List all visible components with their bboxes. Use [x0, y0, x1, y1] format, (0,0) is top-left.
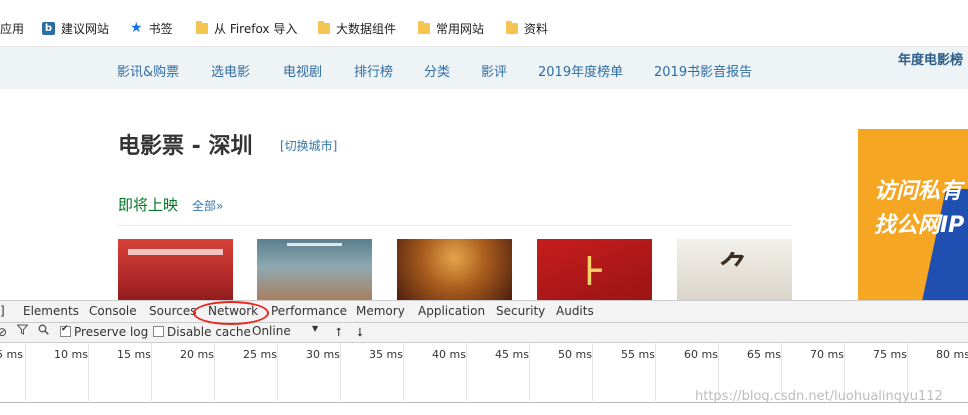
switch-city-link[interactable]: [切换城市] — [280, 137, 337, 154]
nav-item-reviews[interactable]: 影评 — [481, 61, 507, 80]
bookmark-suggested-sites[interactable]: b 建议网站 — [42, 19, 109, 37]
checkbox-checked-icon — [60, 324, 71, 337]
grid-line — [214, 343, 215, 401]
tab-memory[interactable]: Memory — [356, 304, 405, 318]
tab-application[interactable]: Application — [418, 304, 485, 318]
movie-poster[interactable] — [257, 239, 372, 301]
ad-banner[interactable]: 访问私有 找公网IP — [858, 129, 968, 301]
checkbox-unchecked-icon — [153, 326, 164, 337]
browser-window: 应用 b 建议网站 ★ 书签 从 Firefox 导入 大数据组件 常用网站 资… — [0, 0, 968, 415]
bookmark-label: 从 Firefox 导入 — [214, 21, 298, 36]
movie-poster[interactable] — [118, 239, 233, 301]
site-nav: 影讯&购票 选电影 电视剧 排行榜 分类 影评 2019年度榜单 2019书影音… — [0, 47, 968, 89]
nav-item-rankings[interactable]: 排行榜 — [354, 61, 393, 80]
search-icon[interactable] — [38, 324, 49, 338]
tab-console[interactable]: Console — [89, 304, 137, 318]
watermark-text: https://blog.csdn.net/luohualingyu112 — [695, 389, 943, 404]
grid-line — [592, 343, 593, 401]
grid-line — [655, 343, 656, 401]
tick-label: 50 ms — [558, 348, 592, 361]
clear-icon[interactable]: ⊘ — [0, 325, 7, 339]
grid-line — [529, 343, 530, 401]
nav-item-categories[interactable]: 分类 — [424, 61, 450, 80]
preserve-log-checkbox[interactable]: Preserve log — [60, 324, 149, 339]
network-toolbar: ⊘ Preserve log Disable cache Online ▼ ⭡ … — [0, 323, 968, 343]
bookmark-label: 应用 — [0, 21, 25, 36]
movie-poster[interactable]: ⺊ — [537, 239, 652, 301]
movie-poster[interactable] — [397, 239, 512, 301]
grid-line — [88, 343, 89, 401]
tick-label: 75 ms — [873, 348, 907, 361]
folder-icon — [506, 20, 518, 34]
tab-elements[interactable]: Elements — [23, 304, 79, 318]
folder-icon — [418, 20, 430, 34]
bookmark-materials[interactable]: 资料 — [506, 19, 548, 37]
annotation-highlight-circle — [193, 301, 269, 325]
bookmark-common-sites[interactable]: 常用网站 — [418, 19, 484, 37]
bookmark-label: 常用网站 — [436, 21, 485, 36]
grid-line — [340, 343, 341, 401]
tick-label: 65 ms — [747, 348, 781, 361]
filter-icon[interactable] — [16, 324, 29, 338]
star-icon: ★ — [130, 20, 143, 36]
bookmark-bigdata[interactable]: 大数据组件 — [318, 19, 396, 37]
grid-line — [151, 343, 152, 401]
tick-label: 80 ms — [936, 348, 968, 361]
tick-label: 20 ms — [180, 348, 214, 361]
tick-label: 70 ms — [810, 348, 844, 361]
ad-text: 找公网IP — [874, 213, 965, 238]
disable-cache-label: Disable cache — [167, 325, 251, 339]
ad-text: 访问私有 — [874, 179, 963, 204]
coming-soon-heading: 即将上映 — [118, 196, 179, 214]
all-movies-link[interactable]: 全部» — [192, 197, 223, 214]
movie-poster[interactable]: ⺈ — [677, 239, 792, 301]
nav-item-tickets[interactable]: 影讯&购票 — [117, 61, 179, 80]
bing-icon: b — [42, 21, 55, 35]
preserve-log-label: Preserve log — [74, 325, 149, 339]
annual-movie-list-banner[interactable]: 年度电影榜 — [898, 49, 963, 68]
grid-line — [403, 343, 404, 401]
tab-performance[interactable]: Performance — [271, 304, 347, 318]
grid-line — [466, 343, 467, 401]
tick-label: 40 ms — [432, 348, 466, 361]
grid-line — [277, 343, 278, 401]
bookmarks-bar: 应用 b 建议网站 ★ 书签 从 Firefox 导入 大数据组件 常用网站 资… — [0, 0, 968, 47]
bookmark-apps[interactable]: 应用 — [0, 19, 24, 37]
bookmark-bookmarks[interactable]: ★ 书签 — [130, 19, 173, 37]
bookmark-label: 建议网站 — [61, 21, 110, 36]
chevron-down-icon: ▼ — [312, 324, 319, 333]
bookmark-label: 书签 — [148, 21, 173, 36]
nav-item-tv[interactable]: 电视剧 — [283, 61, 322, 80]
nav-item-2019-report[interactable]: 2019书影音报告 — [654, 61, 752, 80]
tick-label: 45 ms — [495, 348, 529, 361]
nav-item-movies[interactable]: 选电影 — [211, 61, 250, 80]
page-title: 电影票 - 深圳 — [118, 134, 253, 159]
section-divider — [118, 225, 792, 226]
folder-icon — [318, 20, 330, 34]
tick-label: 25 ms — [243, 348, 277, 361]
throttling-value: Online — [252, 324, 291, 338]
tick-label: 60 ms — [684, 348, 718, 361]
export-har-icon[interactable]: ⭣ — [357, 325, 363, 340]
import-har-icon[interactable]: ⭡ — [336, 325, 342, 340]
bookmark-label: 资料 — [524, 21, 549, 36]
tick-label: 30 ms — [306, 348, 340, 361]
bookmark-import-firefox[interactable]: 从 Firefox 导入 — [196, 19, 297, 37]
grid-line — [25, 343, 26, 401]
dock-side-icon[interactable]: ] — [0, 304, 5, 318]
tab-security[interactable]: Security — [496, 304, 545, 318]
tab-audits[interactable]: Audits — [556, 304, 594, 318]
throttling-select[interactable]: Online ▼ — [252, 324, 322, 340]
tab-sources[interactable]: Sources — [149, 304, 196, 318]
tick-label: 10 ms — [54, 348, 88, 361]
folder-icon — [196, 20, 208, 34]
nav-item-2019-list[interactable]: 2019年度榜单 — [538, 61, 623, 80]
devtools-tabbar: ] Elements Console Sources Network Perfo… — [0, 301, 968, 323]
tick-label: 5 ms — [0, 348, 23, 361]
bookmark-label: 大数据组件 — [336, 21, 397, 36]
tick-label: 15 ms — [117, 348, 151, 361]
tick-label: 35 ms — [369, 348, 403, 361]
tick-label: 55 ms — [621, 348, 655, 361]
disable-cache-checkbox[interactable]: Disable cache — [153, 325, 251, 339]
